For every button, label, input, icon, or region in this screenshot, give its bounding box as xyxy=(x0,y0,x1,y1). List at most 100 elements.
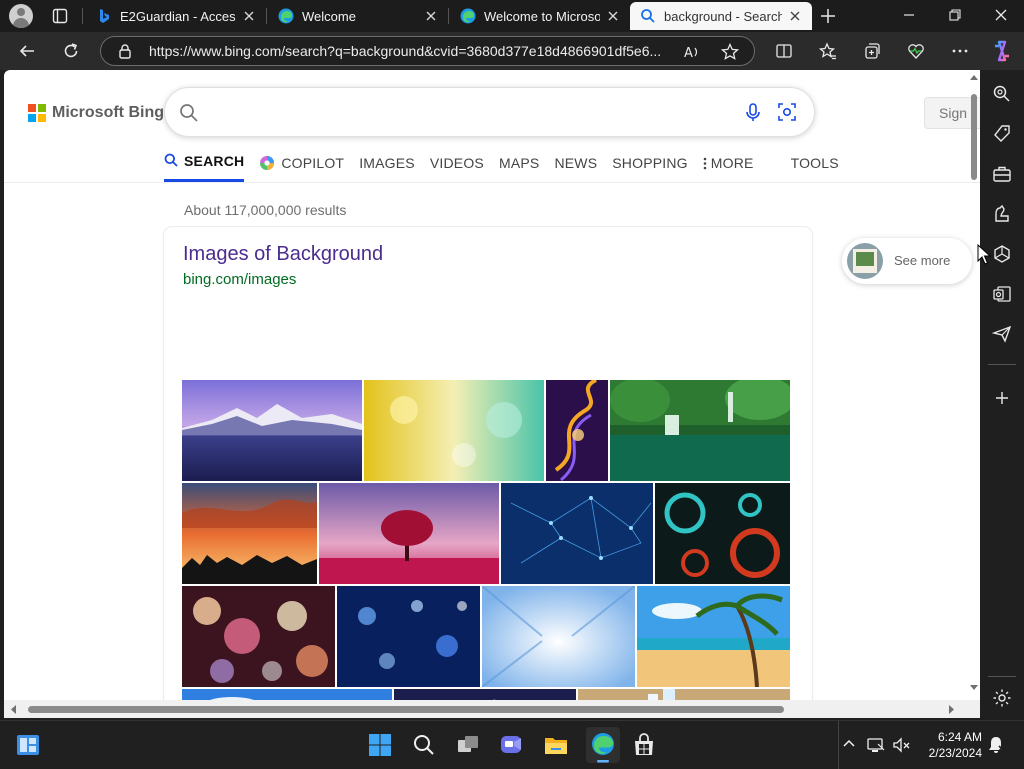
notifications-bell-icon[interactable] xyxy=(986,735,1006,755)
tab-more[interactable]: MORE xyxy=(703,150,754,172)
clock-date: 2/23/2024 xyxy=(928,746,982,760)
vertical-scrollbar[interactable] xyxy=(968,70,980,700)
edge-sidebar xyxy=(980,70,1024,720)
tab-copilot[interactable]: COPILOT xyxy=(259,150,344,172)
refresh-icon[interactable] xyxy=(62,42,80,60)
browser-essentials-icon[interactable] xyxy=(907,42,925,60)
image-thumbnail[interactable] xyxy=(501,483,653,584)
image-thumbnail[interactable] xyxy=(319,483,499,584)
see-more-images-button[interactable]: See more xyxy=(842,238,972,284)
edge-icon xyxy=(460,8,476,24)
bing-logo[interactable]: Microsoft Bing xyxy=(28,104,164,122)
tab-videos[interactable]: VIDEOS xyxy=(430,150,484,172)
image-thumbnail[interactable] xyxy=(182,586,335,687)
minimize-button[interactable] xyxy=(902,8,916,22)
file-explorer-icon[interactable] xyxy=(542,731,570,759)
games-icon[interactable] xyxy=(992,204,1012,224)
network-icon[interactable] xyxy=(866,735,886,755)
tab-search[interactable]: SEARCH xyxy=(164,150,245,182)
image-thumbnail[interactable] xyxy=(364,380,544,481)
horizontal-scrollbar-thumb[interactable] xyxy=(28,706,784,713)
search-icon[interactable] xyxy=(992,84,1012,104)
image-thumbnail[interactable] xyxy=(337,586,480,687)
tab-images[interactable]: IMAGES xyxy=(359,150,415,172)
search-icon xyxy=(164,153,178,167)
tab-welcome-microsoft[interactable]: Welcome to Microsoft xyxy=(450,2,630,30)
tab-actions-icon[interactable] xyxy=(52,8,68,24)
restore-button[interactable] xyxy=(948,8,962,22)
tools-briefcase-icon[interactable] xyxy=(992,164,1012,184)
back-arrow-icon[interactable] xyxy=(18,42,36,60)
search-box[interactable] xyxy=(164,87,815,137)
edge-taskbar-icon[interactable] xyxy=(586,727,620,763)
url-text[interactable]: https://www.bing.com/search?q=background… xyxy=(149,43,669,59)
split-screen-icon[interactable] xyxy=(775,42,793,60)
volume-muted-icon[interactable] xyxy=(892,735,912,755)
sidebar-divider xyxy=(988,364,1016,365)
image-thumbnail[interactable] xyxy=(637,586,790,687)
profile-avatar-icon[interactable] xyxy=(9,4,33,28)
bing-icon xyxy=(96,8,112,24)
taskbar-search-icon[interactable] xyxy=(410,731,438,759)
system-clock[interactable]: 6:24 AM 2/23/2024 xyxy=(920,729,982,761)
close-tab-icon[interactable] xyxy=(242,9,256,23)
edge-icon xyxy=(278,8,294,24)
image-thumbnail[interactable] xyxy=(546,380,608,481)
outlook-icon[interactable] xyxy=(992,284,1012,304)
results-count: About 117,000,000 results xyxy=(184,202,347,218)
search-input[interactable] xyxy=(213,100,713,126)
close-tab-icon[interactable] xyxy=(424,9,438,23)
microphone-icon[interactable] xyxy=(743,102,763,122)
images-card-url[interactable]: bing.com/images xyxy=(183,271,296,288)
close-tab-icon[interactable] xyxy=(606,9,620,23)
lock-icon[interactable] xyxy=(117,43,133,59)
tab-welcome[interactable]: Welcome xyxy=(268,2,448,30)
visual-search-icon[interactable] xyxy=(777,102,797,122)
microsoft-logo-icon xyxy=(28,104,46,122)
tab-e2guardian[interactable]: E2Guardian - Access D xyxy=(86,2,266,30)
search-nav-tabs: SEARCH COPILOT IMAGES VIDEOS MAPS NEWS S… xyxy=(164,150,854,182)
clock-time: 6:24 AM xyxy=(937,730,982,744)
image-thumbnail[interactable] xyxy=(482,586,635,687)
teams-chat-icon[interactable] xyxy=(498,731,526,759)
add-icon[interactable] xyxy=(992,388,1012,408)
search-icon[interactable] xyxy=(179,103,199,123)
see-more-thumbnail xyxy=(847,243,883,279)
widgets-icon[interactable] xyxy=(14,731,42,759)
microsoft-store-icon[interactable] xyxy=(630,731,658,759)
tab-news[interactable]: NEWS xyxy=(554,150,597,172)
tab-strip: E2Guardian - Access D Welcome Welcome to… xyxy=(0,0,1024,32)
settings-gear-icon[interactable] xyxy=(992,688,1012,708)
copilot-icon[interactable] xyxy=(990,39,1014,63)
more-options-icon[interactable] xyxy=(951,42,969,60)
task-view-icon[interactable] xyxy=(454,731,482,759)
close-tab-icon[interactable] xyxy=(788,9,802,23)
images-card-title-link[interactable]: Images of Background xyxy=(183,243,383,266)
svg-text:A: A xyxy=(684,46,693,61)
tab-maps[interactable]: MAPS xyxy=(499,150,539,172)
image-thumbnail[interactable] xyxy=(182,483,317,584)
tab-shopping[interactable]: SHOPPING xyxy=(612,150,688,172)
favorite-star-icon[interactable] xyxy=(721,43,739,61)
collections-icon[interactable] xyxy=(863,42,881,60)
microsoft-365-icon[interactable] xyxy=(992,244,1012,264)
image-thumbnail[interactable] xyxy=(182,380,362,481)
address-bar[interactable]: https://www.bing.com/search?q=background… xyxy=(100,36,755,66)
image-thumbnail[interactable] xyxy=(655,483,790,584)
drop-send-icon[interactable] xyxy=(992,324,1012,344)
close-window-button[interactable] xyxy=(994,8,1008,22)
favorites-icon[interactable] xyxy=(819,42,837,60)
read-aloud-icon[interactable]: A xyxy=(683,43,701,61)
tab-tools[interactable]: TOOLS xyxy=(791,150,839,172)
tab-background-search[interactable]: background - Search xyxy=(630,2,812,30)
windows-taskbar: 6:24 AM 2/23/2024 xyxy=(0,720,1024,769)
nav-divider xyxy=(4,182,980,183)
new-tab-button[interactable] xyxy=(818,6,838,26)
sidebar-divider xyxy=(988,676,1016,677)
images-answer-card: Images of Background bing.com/images xyxy=(164,227,812,718)
shopping-tag-icon[interactable] xyxy=(992,124,1012,144)
image-thumbnail[interactable] xyxy=(610,380,790,481)
show-hidden-icons-chevron-icon[interactable] xyxy=(840,735,858,753)
windows-start-icon[interactable] xyxy=(366,731,394,759)
horizontal-scrollbar[interactable] xyxy=(4,700,980,718)
